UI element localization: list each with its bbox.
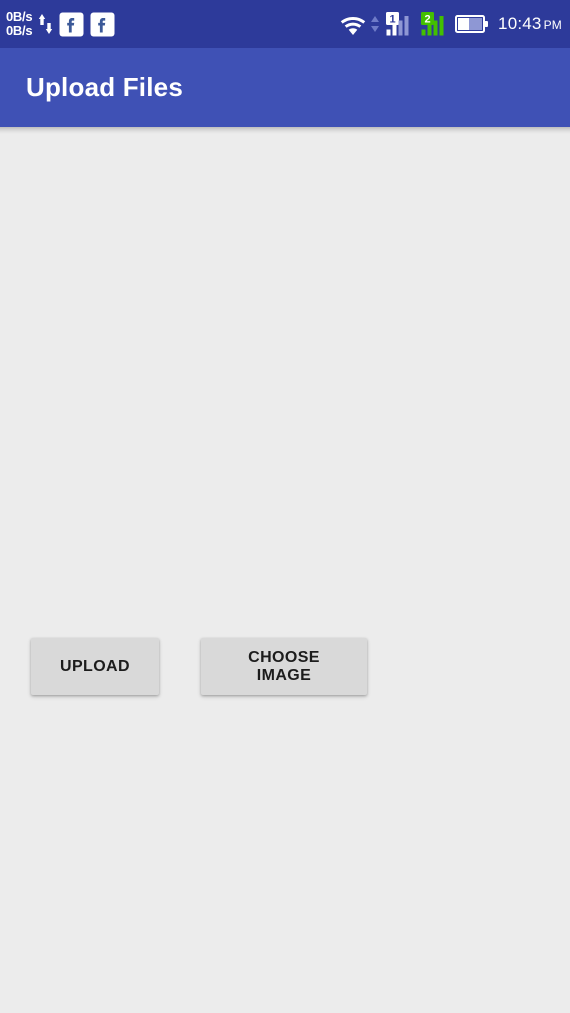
network-speed-down-label: 0B/s: [6, 23, 33, 38]
network-speed-up-label: 0B/s: [6, 9, 33, 25]
up-down-arrows-icon: [38, 11, 53, 37]
facebook-icon: [90, 12, 115, 37]
network-speed-indicator: 0B/s 0B/s: [6, 9, 33, 38]
action-button-row: UPLOAD CHOOSE IMAGE: [31, 638, 367, 695]
status-bar-left-group: 0B/s 0B/s: [6, 0, 115, 48]
main-content: UPLOAD CHOOSE IMAGE: [0, 127, 570, 1013]
app-bar: Upload Files: [0, 48, 570, 134]
svg-text:2: 2: [424, 14, 430, 26]
wifi-icon: [339, 12, 367, 36]
page-title: Upload Files: [26, 72, 183, 102]
choose-image-button[interactable]: CHOOSE IMAGE: [201, 638, 367, 695]
status-bar: 0B/s 0B/s 1 2 10:43 PM: [0, 0, 570, 48]
sim2-signal-icon: 2: [420, 11, 450, 37]
data-transfer-arrows-icon: [370, 13, 380, 35]
status-bar-clock: 10:43 PM: [498, 14, 562, 34]
clock-period: PM: [543, 18, 562, 32]
sim1-signal-icon: 1: [385, 11, 415, 37]
facebook-icon: [59, 12, 84, 37]
clock-time: 10:43: [498, 14, 542, 33]
svg-text:1: 1: [389, 14, 395, 26]
battery-half-icon: [455, 13, 489, 35]
app-screen: 0B/s 0B/s 1 2 10:43 PM Upload Files UPLO…: [0, 0, 570, 1013]
status-bar-right-group: 1 2 10:43 PM: [339, 0, 562, 48]
upload-button[interactable]: UPLOAD: [31, 638, 159, 695]
